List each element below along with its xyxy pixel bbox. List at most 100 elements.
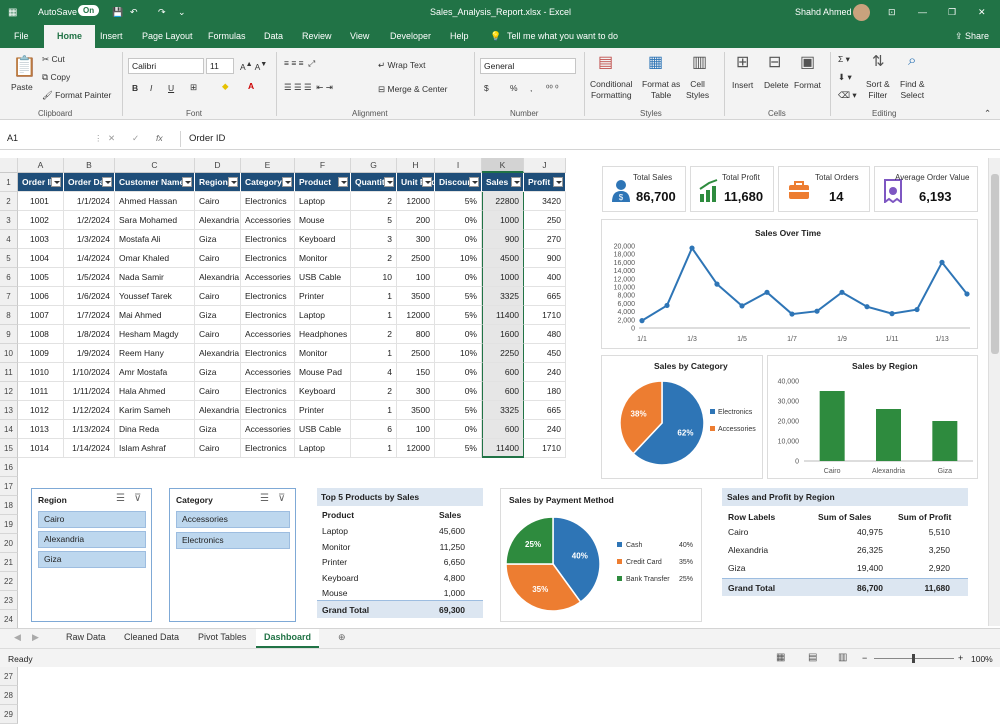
column-header-a[interactable]: A — [18, 158, 64, 173]
insert-cells-button[interactable]: Insert — [732, 80, 753, 90]
table-cell[interactable]: 12000 — [397, 306, 435, 325]
table-cell[interactable]: 1/2/2024 — [64, 211, 115, 230]
table-cell[interactable]: Cairo — [195, 249, 241, 268]
close-icon[interactable]: ✕ — [978, 7, 986, 18]
clear-filter-icon[interactable]: ⊽ — [134, 493, 141, 504]
table-header-cell[interactable]: Discount — [435, 173, 482, 192]
tab-home[interactable]: Home — [44, 25, 96, 48]
table-cell[interactable]: 480 — [524, 325, 566, 344]
currency-button[interactable]: $ — [484, 83, 489, 93]
table-cell[interactable]: 0% — [435, 363, 482, 382]
row-header[interactable]: 19 — [0, 515, 18, 534]
zoom-in-icon[interactable]: + — [958, 653, 963, 663]
sales-by-region-chart[interactable]: Sales by Region 0 10,000 20,000 30,000 40,00… — [767, 355, 978, 479]
select-all-corner[interactable] — [0, 158, 18, 173]
table-cell[interactable]: 12000 — [397, 439, 435, 458]
save-icon[interactable]: 💾 — [112, 7, 123, 18]
column-header-i[interactable]: I — [435, 158, 482, 173]
column-header-c[interactable]: C — [115, 158, 195, 173]
data-point[interactable] — [864, 304, 870, 310]
filter-dropdown-icon[interactable] — [282, 177, 292, 187]
left-align-icon[interactable]: ☰ ☰ ☰ ⇤ ⇥ — [284, 82, 333, 93]
underline-button[interactable]: U — [168, 83, 174, 93]
merge-center-button[interactable]: ⊟ Merge & Center — [378, 84, 447, 95]
data-point[interactable] — [914, 306, 920, 313]
table-cell[interactable]: 1 — [351, 439, 397, 458]
bar[interactable] — [876, 409, 901, 461]
row-header[interactable]: 14 — [0, 420, 18, 439]
table-cell[interactable]: 0% — [435, 325, 482, 344]
slicer-item[interactable]: Giza — [38, 551, 146, 568]
filter-dropdown-icon[interactable] — [384, 177, 394, 187]
table-cell[interactable]: Giza — [195, 230, 241, 249]
function-icon[interactable]: fx — [156, 133, 163, 143]
table-cell[interactable]: Keyboard — [295, 230, 351, 249]
share-button[interactable]: ⇪ Share — [955, 31, 989, 42]
tell-me-input[interactable]: Tell me what you want to do — [507, 31, 618, 41]
filter-dropdown-icon[interactable] — [469, 177, 479, 187]
tab-file[interactable]: File — [14, 31, 29, 41]
table-cell[interactable]: 1/3/2024 — [64, 230, 115, 249]
data-point[interactable] — [964, 291, 970, 297]
table-cell[interactable]: 22800 — [482, 192, 524, 211]
table-header-cell[interactable]: Customer Name — [115, 173, 195, 192]
column-header-g[interactable]: G — [351, 158, 397, 173]
table-cell[interactable]: Alexandria — [195, 268, 241, 287]
clear-icon[interactable]: ⌫ ▾ — [838, 90, 857, 101]
customize-toolbar-icon[interactable]: ⌄ — [178, 7, 186, 18]
table-cell[interactable]: 300 — [397, 382, 435, 401]
insert-cells-icon[interactable]: ⊞ — [736, 52, 749, 72]
decimal-icon[interactable]: ⁰⁰ ⁰ — [546, 83, 559, 94]
table-header-cell[interactable]: Quantity — [351, 173, 397, 192]
table-cell[interactable]: Headphones — [295, 325, 351, 344]
table-header-cell[interactable]: Region — [195, 173, 241, 192]
table-cell[interactable]: 900 — [524, 249, 566, 268]
table-cell[interactable]: 600 — [482, 382, 524, 401]
table-cell[interactable]: 1 — [351, 344, 397, 363]
table-cell[interactable]: Cairo — [195, 192, 241, 211]
scroll-thumb[interactable] — [991, 174, 999, 354]
row-header[interactable]: 4 — [0, 230, 18, 249]
table-cell[interactable]: 1011 — [18, 382, 64, 401]
table-cell[interactable]: 1/14/2024 — [64, 439, 115, 458]
table-cell[interactable]: 1002 — [18, 211, 64, 230]
table-cell[interactable]: Mouse — [295, 211, 351, 230]
table-cell[interactable]: 4 — [351, 363, 397, 382]
table-cell[interactable]: Electronics — [241, 230, 295, 249]
table-cell[interactable]: 1710 — [524, 439, 566, 458]
table-cell[interactable]: 5% — [435, 439, 482, 458]
bar[interactable] — [819, 391, 845, 461]
row-header[interactable]: 7 — [0, 287, 18, 306]
column-header-b[interactable]: B — [64, 158, 115, 173]
format-cells-icon[interactable]: ▣ — [800, 52, 815, 72]
table-cell[interactable]: 1/5/2024 — [64, 268, 115, 287]
sort-filter-icon[interactable]: ⇅ — [872, 52, 885, 70]
column-header-d[interactable]: D — [195, 158, 241, 173]
prev-sheet-icon[interactable]: ◀ — [14, 632, 21, 643]
find-select-button[interactable]: Find & Select — [900, 79, 925, 101]
table-cell[interactable]: Cairo — [195, 439, 241, 458]
multi-select-icon[interactable]: ☰ — [260, 493, 269, 504]
table-cell[interactable]: 1/6/2024 — [64, 287, 115, 306]
row-header[interactable]: 17 — [0, 477, 18, 496]
table-cell[interactable]: Accessories — [241, 211, 295, 230]
table-cell[interactable]: Monitor — [295, 344, 351, 363]
table-cell[interactable]: 0% — [435, 211, 482, 230]
row-header[interactable]: 11 — [0, 363, 18, 382]
table-cell[interactable]: Electronics — [241, 344, 295, 363]
filter-dropdown-icon[interactable] — [51, 177, 61, 187]
table-cell[interactable]: Electronics — [241, 382, 295, 401]
filter-dropdown-icon[interactable] — [511, 177, 521, 187]
column-header-f[interactable]: F — [295, 158, 351, 173]
table-cell[interactable]: 800 — [397, 325, 435, 344]
data-point[interactable] — [889, 311, 895, 317]
data-point[interactable] — [789, 311, 795, 317]
table-cell[interactable]: Mouse Pad — [295, 363, 351, 382]
table-cell[interactable]: 3325 — [482, 401, 524, 420]
table-cell[interactable]: 100 — [397, 420, 435, 439]
fill-icon[interactable]: ⬇ ▾ — [838, 72, 852, 83]
table-cell[interactable]: 11400 — [482, 306, 524, 325]
table-cell[interactable]: 1008 — [18, 325, 64, 344]
redo-icon[interactable]: ↷ — [158, 7, 166, 18]
table-cell[interactable]: 1/10/2024 — [64, 363, 115, 382]
